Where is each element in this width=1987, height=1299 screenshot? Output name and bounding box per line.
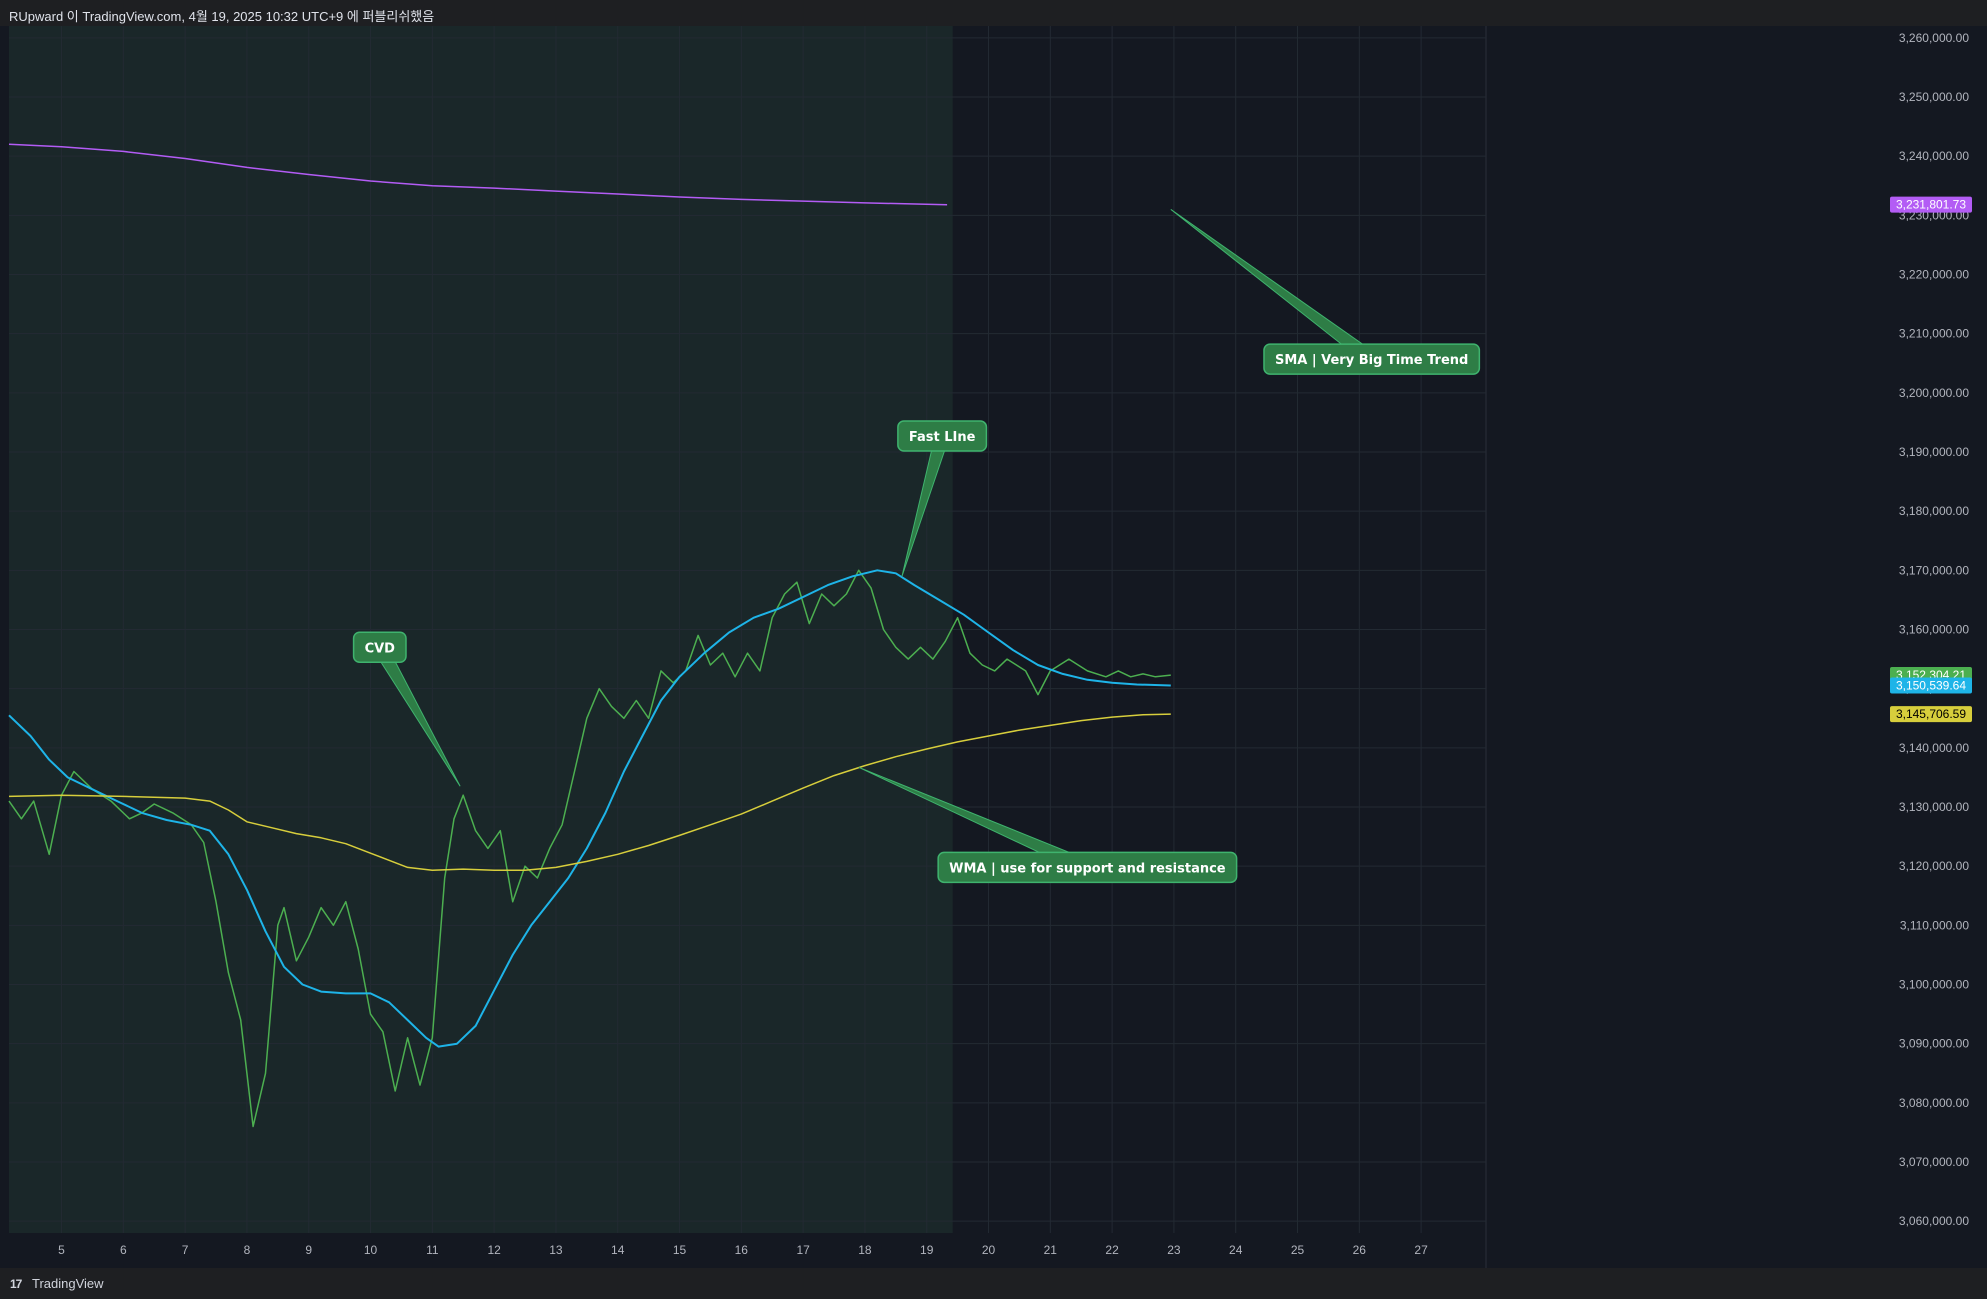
y-tick-label: 3,140,000.00 (1899, 741, 1969, 755)
y-tick-label: 3,200,000.00 (1899, 386, 1969, 400)
x-tick-label: 26 (1353, 1243, 1367, 1257)
tradingview-logo-icon: 17 (10, 1277, 22, 1291)
footer-bar: 17 TradingView (0, 1268, 1987, 1299)
y-tick-label: 3,260,000.00 (1899, 31, 1969, 45)
callout-label: CVD (365, 641, 396, 656)
x-tick-label: 20 (982, 1243, 996, 1257)
y-tick-label: 3,070,000.00 (1899, 1155, 1969, 1169)
y-tick-label: 3,090,000.00 (1899, 1037, 1969, 1051)
price-tag-wma: 3,145,706.59 (1890, 706, 1972, 723)
x-tick-label: 14 (611, 1243, 625, 1257)
y-tick-label: 3,220,000.00 (1899, 268, 1969, 282)
price-tag-sma: 3,231,801.73 (1890, 196, 1972, 213)
y-tick-label: 3,110,000.00 (1900, 918, 1970, 932)
y-tick-label: 3,210,000.00 (1899, 327, 1969, 341)
callout-label: Fast LIne (909, 430, 976, 445)
y-tick-label: 3,130,000.00 (1899, 800, 1969, 814)
price-tag-label: 3,231,801.73 (1896, 198, 1966, 212)
callout-label: WMA | use for support and resistance (949, 861, 1226, 876)
x-tick-label: 11 (426, 1243, 439, 1257)
x-tick-label: 19 (920, 1243, 934, 1257)
x-tick-label: 9 (305, 1243, 312, 1257)
x-tick-label: 5 (58, 1243, 65, 1257)
y-tick-label: 3,240,000.00 (1899, 149, 1969, 163)
y-tick-label: 3,060,000.00 (1899, 1214, 1969, 1228)
x-tick-label: 8 (244, 1243, 251, 1257)
price-tag-fast: 3,150,539.64 (1890, 677, 1972, 694)
y-tick-label: 3,120,000.00 (1899, 859, 1969, 873)
y-tick-label: 3,180,000.00 (1899, 504, 1969, 518)
price-chart[interactable]: CVD Fast LIne SMA | Very Big Time Trend WMA… (0, 0, 1987, 1299)
callout-label: SMA | Very Big Time Trend (1275, 353, 1468, 368)
y-tick-label: 3,160,000.00 (1899, 623, 1969, 637)
x-tick-label: 17 (796, 1243, 810, 1257)
y-tick-label: 3,080,000.00 (1899, 1096, 1969, 1110)
x-tick-label: 22 (1105, 1243, 1119, 1257)
x-tick-label: 15 (673, 1243, 687, 1257)
x-tick-label: 23 (1167, 1243, 1181, 1257)
y-tick-label: 3,170,000.00 (1899, 563, 1969, 577)
y-tick-label: 3,250,000.00 (1899, 90, 1969, 104)
x-tick-label: 24 (1229, 1243, 1243, 1257)
x-tick-label: 27 (1414, 1243, 1428, 1257)
x-tick-label: 18 (858, 1243, 872, 1257)
x-tick-label: 21 (1044, 1243, 1058, 1257)
x-tick-label: 12 (487, 1243, 501, 1257)
price-tag-label: 3,145,706.59 (1896, 707, 1966, 721)
footer-brand[interactable]: TradingView (32, 1276, 104, 1291)
y-tick-label: 3,100,000.00 (1899, 978, 1969, 992)
x-tick-label: 25 (1291, 1243, 1305, 1257)
x-tick-label: 6 (120, 1243, 127, 1257)
x-tick-label: 10 (364, 1243, 378, 1257)
y-tick-label: 3,190,000.00 (1899, 445, 1969, 459)
x-tick-label: 16 (735, 1243, 749, 1257)
chart-background (0, 26, 1987, 1268)
x-tick-label: 7 (182, 1243, 189, 1257)
price-tag-label: 3,150,539.64 (1896, 678, 1966, 692)
x-tick-label: 13 (549, 1243, 563, 1257)
